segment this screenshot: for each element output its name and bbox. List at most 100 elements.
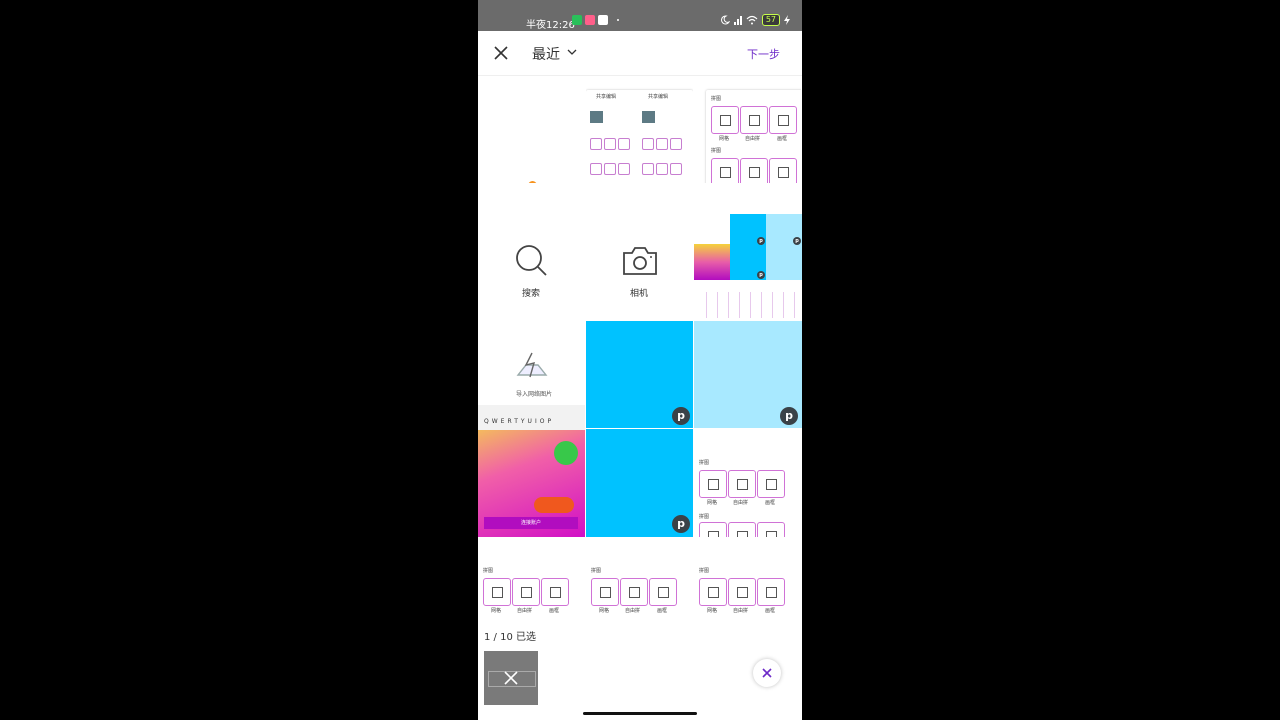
photo-thumbnail[interactable]: p p p [694, 214, 802, 321]
layout-frame-icon [757, 470, 785, 498]
layout-frame-icon [757, 578, 785, 606]
promo-button: 连接账户 [484, 517, 578, 529]
section-label: 拼图 [591, 568, 602, 574]
thumbnail-photo [642, 111, 655, 123]
layout-label: 画框 [657, 608, 668, 614]
charging-icon [784, 15, 790, 25]
layout-mini-icon [590, 138, 602, 150]
status-bar: 半夜12:26 57 [478, 0, 802, 31]
selected-thumbnail[interactable] [484, 651, 538, 705]
p-badge-icon: p [757, 271, 765, 279]
top-bar: 最近 下一步 [478, 31, 802, 76]
layout-free-icon [512, 578, 540, 606]
chevron-down-icon[interactable] [566, 46, 578, 58]
photo-thumbnail[interactable]: p [694, 321, 802, 428]
camera-cell[interactable]: 相机 [586, 214, 693, 321]
layout-mini-icon [728, 522, 756, 537]
layout-mini-icon [590, 163, 602, 175]
layout-mini-icon [618, 163, 630, 175]
screenshot-preview: 拼图 网格 自由拼 画框 拼图 网格 自由拼 画框 [706, 90, 801, 183]
camera-icon [623, 247, 657, 275]
layout-free-icon [740, 106, 768, 134]
section-label: 拼图 [711, 148, 722, 154]
key: W [491, 418, 501, 425]
photo-thumbnail[interactable]: 共享编辑 共享编辑 [586, 76, 693, 183]
app-green-icon [572, 15, 582, 25]
photo-thumbnail[interactable]: p [586, 429, 693, 537]
layout-mini-icon [642, 163, 654, 175]
close-icon [762, 668, 772, 678]
photo-thumbnail[interactable]: p [586, 321, 693, 428]
status-app-icons [572, 15, 619, 25]
layout-frame-icon [541, 578, 569, 606]
thumbnail-photo [694, 244, 730, 280]
close-icon[interactable] [502, 669, 520, 687]
photo-thumbnail[interactable]: 拼图 网格 自由拼 画框 [586, 538, 693, 616]
layout-label: 自由拼 [625, 608, 641, 614]
dot-icon [617, 19, 619, 21]
battery-icon: 57 [761, 14, 780, 26]
section-label: 拼图 [711, 96, 722, 102]
wifi-icon [746, 15, 758, 25]
layout-label: 画框 [777, 136, 788, 142]
layout-mini-icon [618, 138, 630, 150]
photo-thumbnail[interactable]: 拼图 网格 自由拼 画框 [478, 538, 585, 616]
layout-mini-icon [656, 163, 668, 175]
layout-mini-icon [670, 138, 682, 150]
layout-mini-icon [604, 138, 616, 150]
keyboard-strip: QWERTYUIOP [478, 405, 585, 430]
next-button[interactable]: 下一步 [747, 46, 780, 62]
p-badge-icon: p [780, 407, 798, 425]
key: P [547, 418, 555, 425]
key: T [514, 418, 521, 425]
thumbnail-header-label: 共享编辑 [648, 94, 669, 100]
layout-mini-icon [670, 163, 682, 175]
key: Q [484, 418, 492, 425]
layout-mini-icon [604, 163, 616, 175]
layout-label: 自由拼 [745, 136, 761, 142]
album-title[interactable]: 最近 [532, 44, 560, 64]
layout-mini-icon [757, 522, 785, 537]
import-label: 导入网络图片 [516, 391, 553, 398]
app-pink-icon [585, 15, 595, 25]
close-icon[interactable] [490, 42, 512, 64]
app-panda-icon [598, 15, 608, 25]
status-right-icons: 57 [720, 14, 790, 26]
screenshot-preview: 共享编辑 共享编辑 [586, 90, 693, 183]
camera-label: 相机 [630, 289, 649, 299]
layout-label: 自由拼 [733, 500, 749, 506]
selected-count: 1 / 10 已选 [484, 632, 536, 643]
thumbnail-photo [590, 111, 603, 123]
signal-icon [733, 16, 742, 25]
photo-thumbnail[interactable]: 拼图 网格 自由拼 画框 拼图 [694, 429, 802, 537]
key: Y [520, 418, 528, 425]
layout-frame-icon [769, 158, 797, 183]
photo-thumbnail[interactable]: 拼图 网格 自由拼 画框 [694, 538, 802, 616]
layout-label: 画框 [765, 608, 776, 614]
layout-free-icon [728, 578, 756, 606]
layout-grid-icon [699, 470, 727, 498]
p-badge-icon: p [672, 407, 690, 425]
section-label: 拼图 [699, 568, 710, 574]
photo-thumbnail[interactable]: 拼图 网格 自由拼 画框 拼图 网格 自由拼 画框 [694, 76, 801, 183]
layout-mini-icon [656, 138, 668, 150]
layout-label: 网格 [599, 608, 610, 614]
layout-label: 画框 [765, 500, 776, 506]
photo-thumbnail[interactable]: QWERTYUIOP 连接账户 [478, 405, 585, 537]
layout-label: 网格 [707, 608, 718, 614]
layout-grid-icon [591, 578, 619, 606]
layout-grid-icon [699, 578, 727, 606]
thumbnail-ui-strip [696, 292, 800, 318]
grid-cell-empty[interactable] [478, 76, 585, 183]
p-badge-icon: p [757, 237, 765, 245]
home-indicator[interactable] [583, 712, 697, 715]
photo-grid: 共享编辑 共享编辑 拼图 网格 自由拼 画框 拼图 搜索 相机 p p p 导入… [478, 76, 802, 616]
search-label: 搜索 [522, 289, 541, 299]
search-cell[interactable]: 搜索 [478, 214, 585, 321]
import-cell[interactable]: 导入网络图片 [478, 321, 585, 405]
p-badge-icon: p [793, 237, 801, 245]
keyboard-row: QWERTYUIOP [484, 418, 554, 425]
status-time: 半夜12:26 [526, 20, 575, 31]
clear-selection-button[interactable] [753, 659, 781, 687]
layout-label: 自由拼 [517, 608, 533, 614]
